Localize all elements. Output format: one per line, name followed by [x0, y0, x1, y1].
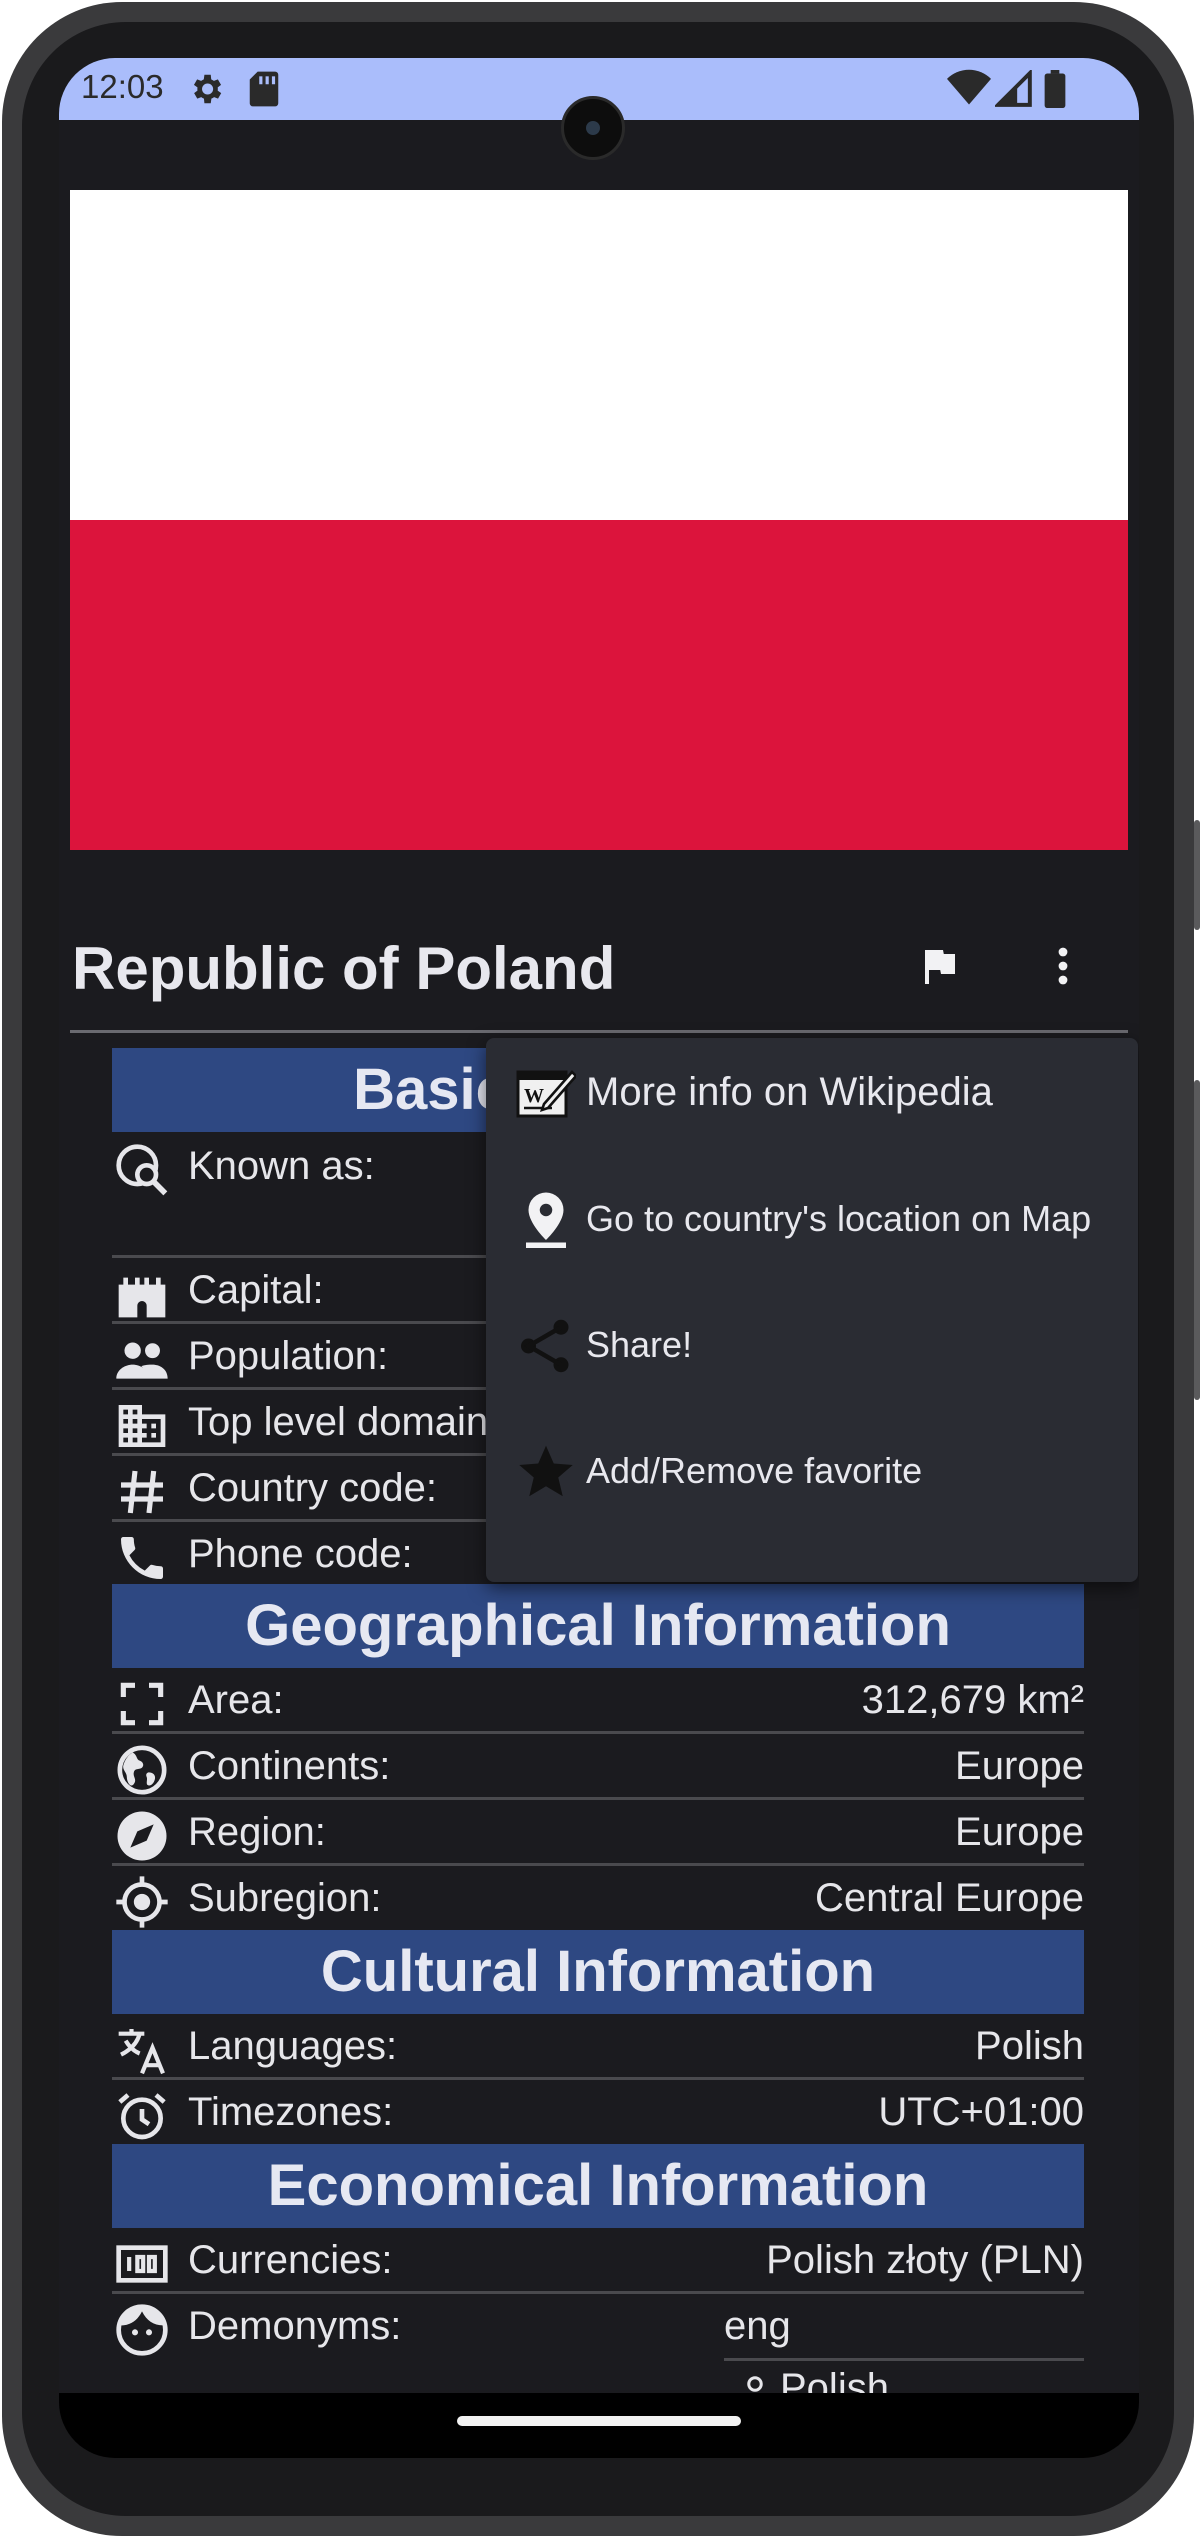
star-icon	[519, 1445, 573, 1497]
value-area: 312,679 km²	[861, 1678, 1084, 1722]
row-demonyms: Demonyms: eng Polish	[112, 2294, 1084, 2410]
row-region: Region: Europe	[112, 1800, 1084, 1866]
value-region: Europe	[955, 1810, 1084, 1854]
flag-stripe-white	[70, 190, 1128, 520]
travel-explore-icon	[116, 1144, 168, 1196]
label-country-code: Country code:	[188, 1466, 438, 1510]
label-area: Area:	[188, 1678, 284, 1722]
home-gesture-handle[interactable]	[457, 2416, 741, 2426]
value-timezones: UTC+01:00	[878, 2090, 1084, 2134]
menu-label-share: Share!	[586, 1324, 693, 1365]
screen: 12:03 Republic of Poland Basic Informati…	[59, 58, 1139, 2458]
settings-icon	[193, 74, 222, 104]
label-demonyms: Demonyms:	[188, 2304, 402, 2348]
country-title: Republic of Poland	[72, 935, 616, 1002]
battery-icon	[1044, 70, 1066, 108]
section-geographical-information: Geographical Information	[112, 1584, 1084, 1668]
label-region: Region:	[188, 1810, 326, 1854]
row-subregion: Subregion: Central Europe	[112, 1866, 1084, 1932]
value-currencies: Polish złoty (PLN)	[766, 2238, 1084, 2282]
label-timezones: Timezones:	[188, 2090, 394, 2134]
row-languages: Languages: Polish	[112, 2014, 1084, 2080]
menu-item-wikipedia[interactable]: W More info on Wikipedia	[486, 1038, 1138, 1158]
flag-icon[interactable]	[915, 942, 963, 990]
value-languages: Polish	[975, 2024, 1084, 2068]
overflow-menu: W More info on Wikipedia Go to country's…	[486, 1038, 1138, 1582]
menu-item-favorite[interactable]: Add/Remove favorite	[486, 1412, 1138, 1532]
row-area: Area: 312,679 km²	[112, 1668, 1084, 1734]
front-camera	[561, 96, 625, 160]
menu-item-share[interactable]: Share!	[486, 1286, 1138, 1406]
more-vert-icon[interactable]	[1039, 942, 1087, 990]
demonym-divider	[724, 2358, 1084, 2361]
menu-label-map: Go to country's location on Map	[586, 1198, 1092, 1239]
label-languages: Languages:	[188, 2024, 398, 2068]
globe-icon	[117, 1745, 167, 1795]
translate-icon	[118, 2029, 165, 2075]
label-continents: Continents:	[188, 1744, 391, 1788]
domain-icon	[118, 1405, 166, 1447]
title-divider	[70, 1030, 1128, 1033]
row-continents: Continents: Europe	[112, 1734, 1084, 1800]
signal-icon	[995, 70, 1032, 107]
wikipedia-icon: W	[516, 1070, 576, 1118]
label-currencies: Currencies:	[188, 2238, 393, 2282]
svg-text:W: W	[524, 1085, 544, 1107]
sd-card-icon	[249, 71, 279, 107]
volume-button	[1194, 1080, 1200, 1400]
label-phone-code: Phone code:	[188, 1532, 413, 1576]
value-continents: Europe	[955, 1744, 1084, 1788]
people-icon	[116, 1342, 168, 1379]
money-icon	[116, 2245, 168, 2283]
power-button	[1194, 820, 1200, 930]
flag-stripe-red	[70, 520, 1128, 850]
menu-item-map[interactable]: Go to country's location on Map	[486, 1160, 1138, 1280]
location-pin-icon	[526, 1192, 566, 1248]
share-icon	[521, 1319, 569, 1373]
row-currencies: Currencies: Polish złoty (PLN)	[112, 2228, 1084, 2294]
label-known-as: Known as:	[188, 1144, 375, 1188]
gps-fixed-icon	[116, 1876, 168, 1928]
label-subregion: Subregion:	[188, 1876, 382, 1920]
row-timezones: Timezones: UTC+01:00	[112, 2080, 1084, 2146]
wifi-icon	[947, 69, 991, 105]
face-icon	[116, 2304, 168, 2356]
hashtag-icon	[121, 1470, 163, 1514]
country-flag	[70, 190, 1128, 850]
value-demonyms-lang: eng	[724, 2304, 791, 2348]
label-population: Population:	[188, 1334, 389, 1378]
menu-label-favorite: Add/Remove favorite	[586, 1450, 923, 1491]
compass-icon	[117, 1811, 167, 1861]
menu-label-wikipedia: More info on Wikipedia	[586, 1070, 993, 1114]
status-time: 12:03	[81, 68, 164, 105]
castle-icon	[118, 1277, 166, 1318]
section-cultural-information: Cultural Information	[112, 1930, 1084, 2014]
value-subregion: Central Europe	[814, 1876, 1084, 1920]
phone-icon	[121, 1537, 163, 1579]
section-economical-information: Economical Information	[112, 2144, 1084, 2228]
label-top-level-domain: Top level domain:	[188, 1400, 500, 1444]
fullscreen-icon	[120, 1682, 164, 1726]
alarm-clock-icon	[118, 2093, 166, 2140]
label-capital: Capital:	[188, 1268, 324, 1312]
